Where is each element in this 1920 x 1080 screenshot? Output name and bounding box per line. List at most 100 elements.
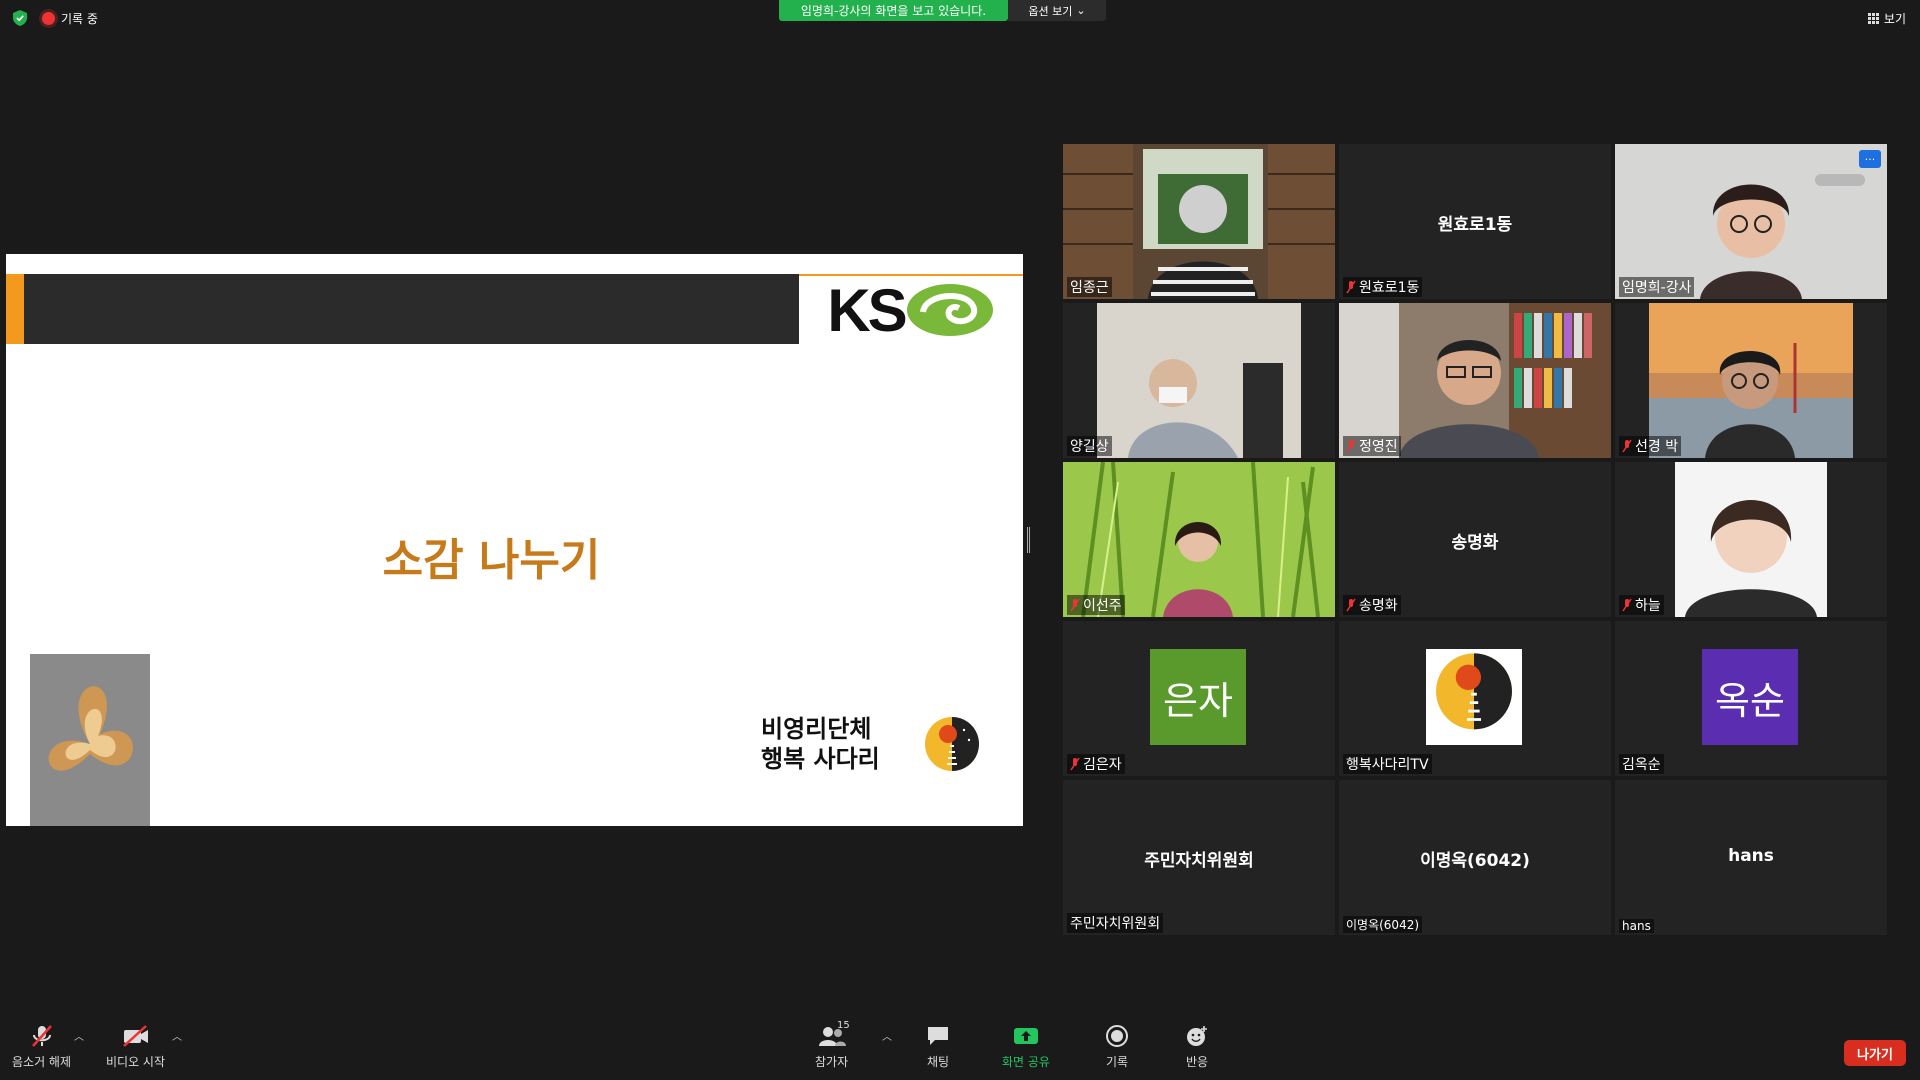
recording-label: 기록 중 xyxy=(61,11,98,26)
participant-avatar xyxy=(1426,649,1522,745)
participant-tile[interactable]: hans hans xyxy=(1615,780,1887,935)
audio-options-caret-icon[interactable]: ︿ xyxy=(74,1028,84,1043)
muted-mic-icon xyxy=(1622,439,1632,453)
participant-tile[interactable]: 이선주 xyxy=(1063,462,1335,617)
unmute-button[interactable]: 음소거 해제 xyxy=(12,1024,71,1070)
participant-video xyxy=(1615,303,1887,458)
reactions-icon xyxy=(1187,1026,1207,1046)
participant-display-name: 이명옥(6042) xyxy=(1420,851,1530,871)
participant-tile[interactable]: 행복사다리TV xyxy=(1339,621,1611,776)
muted-mic-icon xyxy=(1346,598,1356,612)
participant-name: 하늘 xyxy=(1619,595,1664,615)
participant-tile[interactable]: 선경 박 xyxy=(1615,303,1887,458)
participant-name: 양길상 xyxy=(1067,436,1112,456)
participant-tile[interactable]: 송명화 송명화 xyxy=(1339,462,1611,617)
chat-label: 채팅 xyxy=(926,1055,950,1069)
start-video-label: 비디오 시작 xyxy=(106,1055,166,1069)
record-dot-icon xyxy=(42,11,55,25)
muted-mic-icon xyxy=(1346,280,1356,294)
slide-title: 소감 나누기 xyxy=(382,535,601,586)
leave-button[interactable]: 나가기 xyxy=(1844,1040,1906,1066)
participant-display-name: hans xyxy=(1728,846,1774,866)
muted-mic-icon xyxy=(1070,598,1080,612)
chat-button[interactable]: 채팅 xyxy=(925,1024,951,1070)
grid-view-icon xyxy=(1867,13,1879,24)
slide-accent-bar xyxy=(6,274,24,344)
video-options-caret-icon[interactable]: ︿ xyxy=(172,1028,182,1043)
reactions-button[interactable]: 반응 xyxy=(1184,1024,1210,1070)
ksg-swirl-icon xyxy=(906,284,993,336)
slide-header-bar xyxy=(24,274,799,344)
participants-count: 15 xyxy=(837,1020,850,1031)
video-off-icon xyxy=(122,1025,148,1047)
participant-name: 임종근 xyxy=(1067,277,1112,297)
participant-video xyxy=(1615,462,1887,617)
participant-tile[interactable]: 하늘 xyxy=(1615,462,1887,617)
participant-tile[interactable]: 은자 김은자 xyxy=(1063,621,1335,776)
participant-tile[interactable]: 양길상 xyxy=(1063,303,1335,458)
view-options-label: 옵션 보기 xyxy=(1028,4,1073,18)
participant-name: 임명희-강사 xyxy=(1619,277,1695,297)
org-line-2: 행복 사다리 xyxy=(761,745,880,773)
slide-thumbnail xyxy=(30,654,150,826)
participant-avatar: 옥순 xyxy=(1702,649,1798,745)
chat-icon xyxy=(928,1027,948,1045)
ksg-logo-text: KS xyxy=(827,276,907,344)
happy-ladder-emblem-icon xyxy=(925,717,979,771)
participant-tile[interactable]: 임종근 xyxy=(1063,144,1335,299)
participant-display-name: 송명화 xyxy=(1451,533,1499,553)
participant-video xyxy=(1615,144,1887,299)
start-video-button[interactable]: 비디오 시작 xyxy=(106,1024,165,1070)
participant-tile[interactable]: 주민자치위원회 주민자치위원회 xyxy=(1063,780,1335,935)
view-button[interactable]: 보기 xyxy=(1867,10,1906,27)
participant-tile[interactable]: 이명옥(6042) 이명옥(6042) xyxy=(1339,780,1611,935)
participants-button[interactable]: 15 참가자 xyxy=(815,1020,850,1070)
org-line-1: 비영리단체 xyxy=(761,715,872,743)
muted-mic-icon xyxy=(1346,439,1356,453)
participant-video xyxy=(1063,462,1335,617)
participant-name: 송명화 xyxy=(1343,595,1401,615)
recording-indicator[interactable]: 기록 중 xyxy=(42,10,98,27)
participant-tile[interactable]: 정영진 xyxy=(1339,303,1611,458)
participant-display-name: 원효로1동 xyxy=(1437,215,1513,235)
participants-caret-icon[interactable]: ︿ xyxy=(882,1028,892,1043)
happy-ladder-emblem-icon xyxy=(1436,653,1512,730)
participant-name: 선경 박 xyxy=(1619,436,1682,456)
ksg-logo: KS xyxy=(799,274,1023,344)
participant-name: 김은자 xyxy=(1067,754,1125,774)
participant-gallery: 임종근 원효로1동 원효로1동 ··· 임명희-강사 양길상 정영진 선경 박 … xyxy=(1063,144,1894,935)
shield-icon[interactable] xyxy=(10,8,30,28)
muted-mic-icon xyxy=(31,1025,52,1047)
resize-handle[interactable] xyxy=(1027,527,1030,553)
meeting-toolbar: 음소거 해제 ︿ 비디오 시작 ︿ 15 참가자 ︿ 채팅 화면 공유 기록 반… xyxy=(0,1014,1920,1080)
participant-name: 정영진 xyxy=(1343,436,1401,456)
ellipsis-icon: ··· xyxy=(1864,152,1876,166)
chevron-down-icon: ⌄ xyxy=(1076,4,1086,17)
participant-tile[interactable]: 원효로1동 원효로1동 xyxy=(1339,144,1611,299)
share-screen-icon xyxy=(1013,1028,1038,1044)
slide-organization: 비영리단체 행복 사다리 xyxy=(761,714,880,774)
participant-name: 원효로1동 xyxy=(1343,277,1423,297)
participant-name: 이선주 xyxy=(1067,595,1125,615)
more-options-button[interactable]: ··· xyxy=(1859,150,1881,168)
view-label: 보기 xyxy=(1883,12,1906,26)
share-screen-label: 화면 공유 xyxy=(1002,1055,1050,1069)
participant-video xyxy=(1063,144,1335,299)
record-button[interactable]: 기록 xyxy=(1104,1024,1130,1070)
view-options-button[interactable]: 옵션 보기 ⌄ xyxy=(1008,0,1106,21)
participant-tile[interactable]: 옥순 김옥순 xyxy=(1615,621,1887,776)
share-screen-button[interactable]: 화면 공유 xyxy=(1002,1024,1050,1070)
shared-screen[interactable]: KS 소감 나누기 비영리단체 행복 사다리 xyxy=(6,254,1023,826)
participant-tile-active[interactable]: ··· 임명희-강사 xyxy=(1615,144,1887,299)
participants-label: 참가자 xyxy=(815,1055,849,1069)
participant-name: 김옥순 xyxy=(1619,754,1664,774)
viewing-screen-banner: 임명희-강사의 화면을 보고 있습니다. xyxy=(779,0,1008,21)
unmute-label: 음소거 해제 xyxy=(12,1055,72,1069)
muted-mic-icon xyxy=(1070,757,1080,771)
participant-name: 이명옥(6042) xyxy=(1343,916,1423,933)
record-icon xyxy=(1106,1025,1128,1047)
participant-name: 주민자치위원회 xyxy=(1067,913,1164,933)
participant-video xyxy=(1063,303,1335,458)
record-label: 기록 xyxy=(1105,1055,1129,1069)
reactions-label: 반응 xyxy=(1185,1055,1209,1069)
